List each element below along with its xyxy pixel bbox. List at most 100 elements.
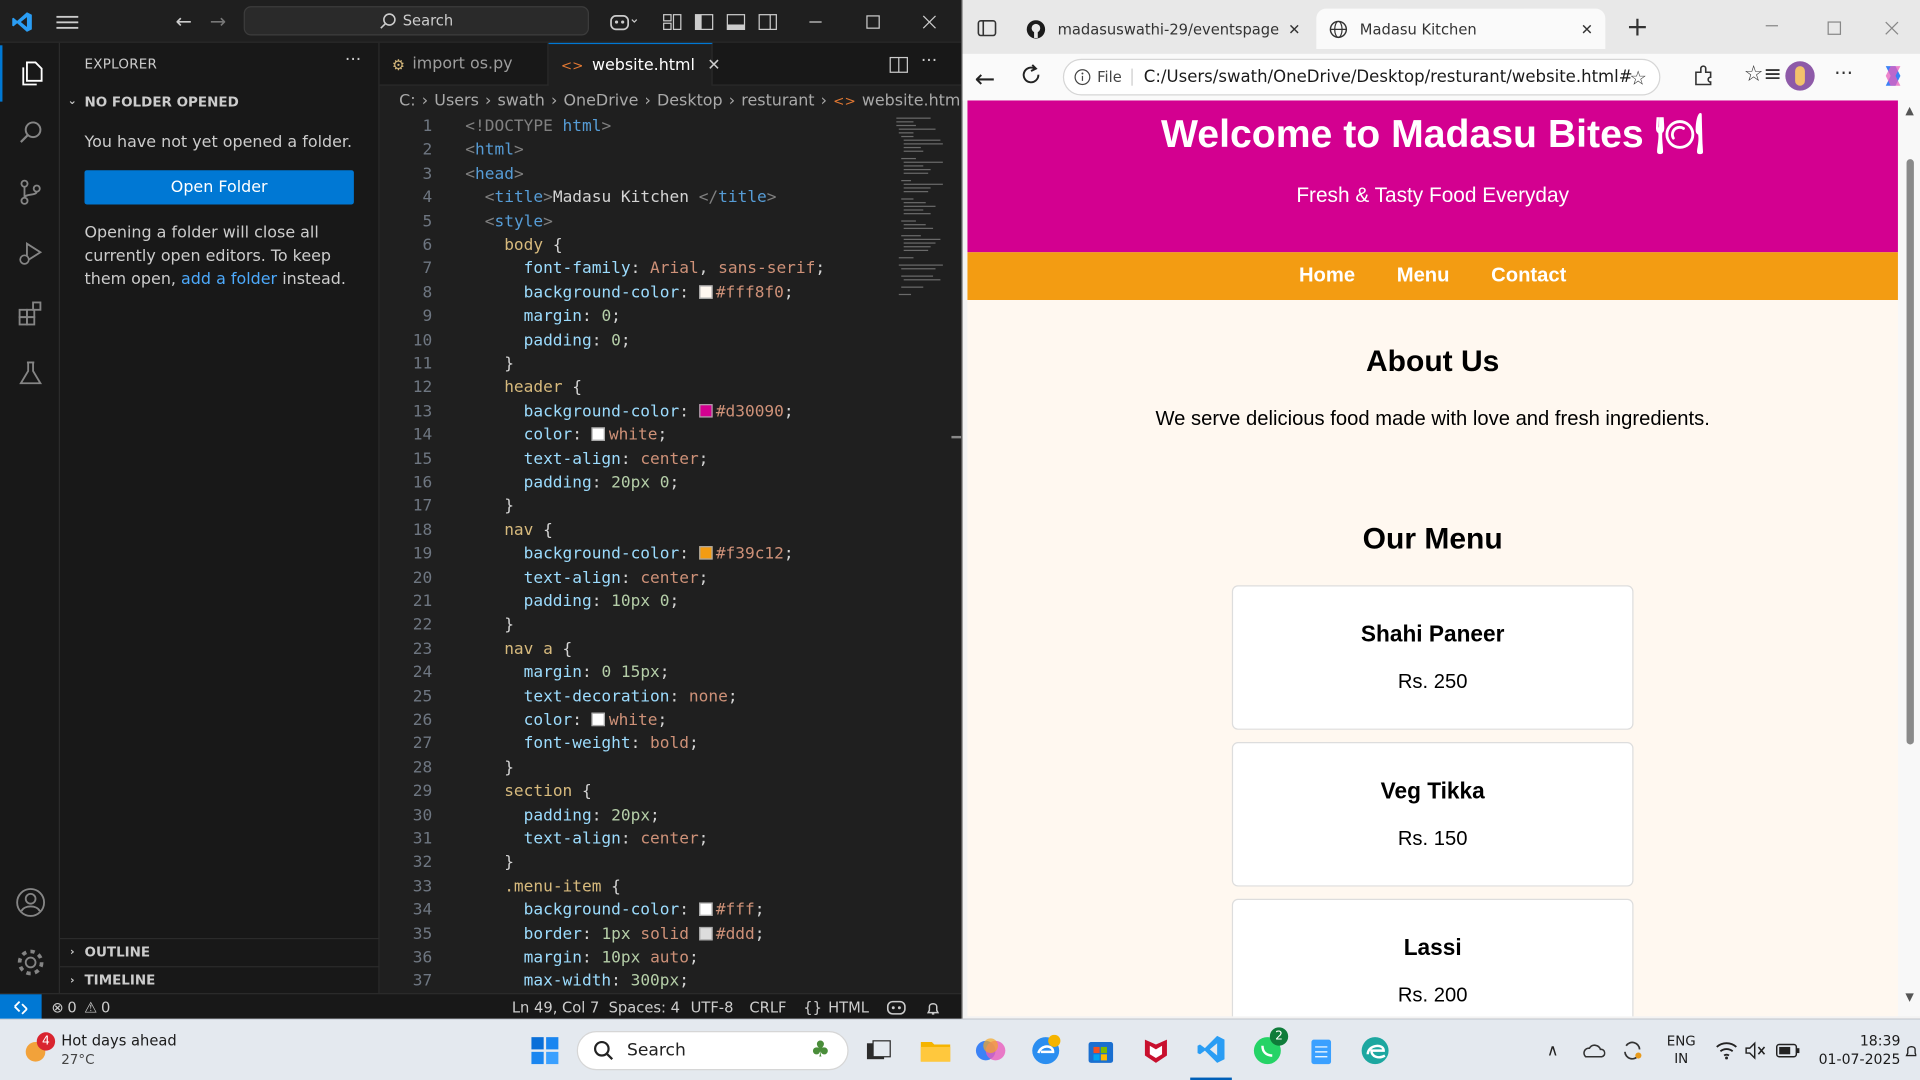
nav-link-menu[interactable]: Menu xyxy=(1397,264,1450,287)
menu-icon[interactable] xyxy=(54,0,81,43)
breadcrumb-item[interactable]: Users xyxy=(434,91,479,109)
breadcrumb-item[interactable]: website.html xyxy=(862,91,961,109)
testing-icon[interactable] xyxy=(0,345,60,401)
task-view-icon[interactable] xyxy=(862,1020,896,1080)
open-folder-button[interactable]: Open Folder xyxy=(84,170,354,205)
split-editor-icon[interactable] xyxy=(889,55,909,79)
source-control-icon[interactable] xyxy=(0,164,60,220)
line-ending[interactable]: CRLF xyxy=(749,994,786,1020)
minimize-icon[interactable] xyxy=(802,0,829,43)
explorer-icon[interactable] xyxy=(0,45,60,102)
breadcrumb-item[interactable]: resturant xyxy=(741,91,814,109)
edge-dev-icon[interactable] xyxy=(1029,1020,1063,1080)
outline-section-header[interactable]: › OUTLINE xyxy=(60,937,380,965)
tab-actions-icon[interactable] xyxy=(977,18,997,42)
favorites-icon[interactable]: ☆≡ xyxy=(1744,61,1782,87)
settings-more-icon[interactable]: ··· xyxy=(1834,61,1853,84)
copilot-status-icon[interactable] xyxy=(886,994,907,1020)
vscode-taskbar-icon[interactable] xyxy=(1190,1020,1232,1080)
search-icon[interactable] xyxy=(0,104,60,160)
browser-tab-github[interactable]: madasuswathi-29/eventspage: Th ✕ xyxy=(1014,9,1313,49)
whatsapp-icon[interactable]: 2 xyxy=(1249,1020,1289,1080)
bell-icon[interactable] xyxy=(924,994,941,1020)
new-tab-icon[interactable]: + xyxy=(1626,12,1649,43)
more-actions-icon[interactable]: ··· xyxy=(345,50,361,70)
close-tab-icon[interactable]: ✕ xyxy=(707,56,720,74)
add-folder-link[interactable]: add a folder xyxy=(181,271,277,289)
breadcrumb-item[interactable]: C: xyxy=(399,91,415,109)
edge-icon[interactable] xyxy=(1357,1020,1394,1080)
no-folder-section-header[interactable]: ⌄ NO FOLDER OPENED xyxy=(60,88,380,115)
breadcrumb-item[interactable]: swath xyxy=(497,91,544,109)
close-tab-icon[interactable]: ✕ xyxy=(1581,20,1593,37)
scroll-up-icon[interactable]: ▲ xyxy=(1905,105,1913,117)
extensions-icon[interactable] xyxy=(0,285,60,341)
toggle-primary-sidebar-icon[interactable] xyxy=(693,0,715,43)
wifi-icon[interactable] xyxy=(1714,1020,1738,1080)
weather-widget[interactable]: 4 Hot days ahead 27°C xyxy=(22,1020,193,1080)
close-icon[interactable] xyxy=(1885,17,1900,40)
clock[interactable]: 18:39 01-07-2025 xyxy=(1812,1020,1901,1080)
minimap[interactable] xyxy=(894,115,949,311)
mcafee-icon[interactable] xyxy=(1139,1020,1173,1080)
language-mode[interactable]: {} HTML xyxy=(803,994,869,1020)
breadcrumb-item[interactable]: Desktop xyxy=(657,91,723,109)
input-language[interactable]: ENG IN xyxy=(1663,1020,1700,1080)
timeline-section-header[interactable]: › TIMELINE xyxy=(60,966,380,993)
encoding[interactable]: UTF-8 xyxy=(691,994,734,1020)
accounts-icon[interactable] xyxy=(0,874,60,930)
gear-icon[interactable] xyxy=(0,934,60,990)
copilot-icon[interactable] xyxy=(1878,61,1907,95)
run-debug-icon[interactable] xyxy=(0,225,60,281)
notepad-icon[interactable] xyxy=(1305,1020,1337,1080)
problems-indicator[interactable]: ⊗ 0 ⚠ 0 xyxy=(51,994,110,1020)
scroll-down-icon[interactable]: ▼ xyxy=(1905,992,1913,1004)
minimize-icon[interactable] xyxy=(1765,15,1780,38)
sync-icon[interactable] xyxy=(1619,1020,1646,1080)
chevron-up-icon[interactable]: ∧ xyxy=(1540,1020,1564,1080)
copilot-app-icon[interactable] xyxy=(973,1020,1007,1080)
remote-indicator-icon[interactable] xyxy=(0,994,42,1021)
microsoft-store-icon[interactable] xyxy=(1084,1020,1118,1080)
address-bar[interactable]: File C:/Users/swath/OneDrive/Desktop/res… xyxy=(1062,58,1661,96)
close-tab-icon[interactable]: ✕ xyxy=(1288,20,1300,37)
extensions-icon[interactable] xyxy=(1692,65,1714,92)
taskbar-search[interactable]: Search ♣ xyxy=(576,1031,849,1071)
command-center-search[interactable]: Search xyxy=(243,6,589,36)
toggle-secondary-sidebar-icon[interactable] xyxy=(757,0,779,43)
browser-tab-madasu-kitchen[interactable]: Madasu Kitchen ✕ xyxy=(1316,8,1606,49)
maximize-icon[interactable] xyxy=(1827,17,1842,40)
battery-icon[interactable] xyxy=(1774,1020,1801,1080)
tab-website-html[interactable]: <> website.html ✕ xyxy=(548,42,721,86)
cursor-position[interactable]: Ln 49, Col 7 xyxy=(512,994,600,1020)
back-arrow-icon[interactable]: ← xyxy=(171,0,195,43)
weather-badge: 4 xyxy=(36,1032,56,1051)
indentation[interactable]: Spaces: 4 xyxy=(609,994,680,1020)
volume-muted-icon[interactable] xyxy=(1744,1020,1768,1080)
breadcrumb-item[interactable]: OneDrive xyxy=(564,91,639,109)
close-icon[interactable] xyxy=(916,0,943,43)
editor-scrollbar[interactable] xyxy=(949,115,962,993)
maximize-icon[interactable] xyxy=(860,0,887,43)
onedrive-icon[interactable] xyxy=(1580,1020,1607,1080)
site-info[interactable]: File xyxy=(1074,68,1133,86)
refresh-icon[interactable] xyxy=(1019,62,1043,91)
tab-import-os[interactable]: ⚙ import os.py xyxy=(380,42,549,86)
more-actions-icon[interactable]: ··· xyxy=(921,51,937,71)
file-explorer-icon[interactable] xyxy=(918,1020,952,1080)
star-icon[interactable]: ☆ xyxy=(1629,66,1647,89)
page-scrollbar[interactable]: ▲ ▼ xyxy=(1897,100,1920,1017)
toggle-panel-icon[interactable] xyxy=(725,0,747,43)
forward-arrow-icon[interactable]: → xyxy=(206,0,230,43)
scrollbar-thumb[interactable] xyxy=(1906,159,1914,745)
avatar[interactable] xyxy=(1785,61,1815,91)
chevron-right-icon: › xyxy=(551,91,558,110)
copilot-icon[interactable] xyxy=(604,0,643,43)
nav-link-contact[interactable]: Contact xyxy=(1491,264,1566,287)
notification-bell-icon[interactable] xyxy=(1904,1020,1917,1080)
customize-layout-icon[interactable] xyxy=(661,0,683,43)
back-arrow-icon[interactable]: ← xyxy=(975,64,996,93)
code-editor[interactable]: 1 <!DOCTYPE html> 2 <html> 3 <head> 4 <titl… xyxy=(380,115,894,993)
nav-link-home[interactable]: Home xyxy=(1299,264,1355,287)
start-button[interactable] xyxy=(527,1020,564,1080)
